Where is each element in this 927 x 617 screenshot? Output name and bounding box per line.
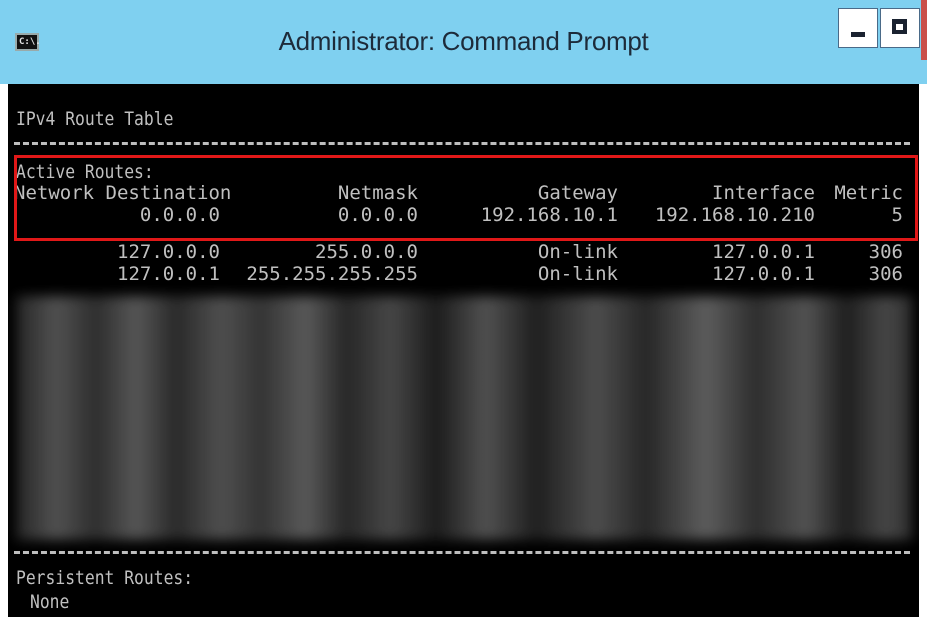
command-prompt-window: C:\. Administrator: Command Prompt IPv4 … [0, 0, 927, 617]
minimize-icon [851, 32, 865, 37]
separator-line [14, 551, 910, 554]
minimize-button[interactable] [838, 8, 878, 48]
separator-line [14, 142, 910, 145]
console-output[interactable]: IPv4 Route Table Active Routes: Network … [8, 84, 919, 617]
table-row-interface: 127.0.0.1 [712, 263, 815, 285]
table-row-interface: 127.0.0.1 [712, 241, 815, 263]
table-row-gateway: On-link [537, 241, 618, 263]
redacted-routes-blur [16, 296, 912, 540]
maximize-button[interactable] [880, 8, 920, 48]
title-bar[interactable]: C:\. Administrator: Command Prompt [0, 0, 927, 84]
maximize-icon [892, 19, 907, 34]
table-row-netmask: 255.0.0.0 [315, 241, 418, 263]
close-button[interactable] [921, 0, 927, 60]
table-row-metric: 306 [868, 241, 903, 263]
route-table-heading: IPv4 Route Table [16, 108, 174, 130]
table-row-metric: 306 [868, 263, 903, 285]
table-row-destination: 127.0.0.0 [117, 241, 220, 263]
highlight-box [14, 155, 918, 241]
table-row-gateway: On-link [537, 263, 618, 285]
persistent-routes-value: None [30, 591, 70, 613]
persistent-routes-label: Persistent Routes: [16, 567, 194, 589]
window-title: Administrator: Command Prompt [278, 26, 649, 56]
table-row-netmask: 255.255.255.255 [246, 263, 418, 285]
table-row-destination: 127.0.0.1 [117, 263, 220, 285]
